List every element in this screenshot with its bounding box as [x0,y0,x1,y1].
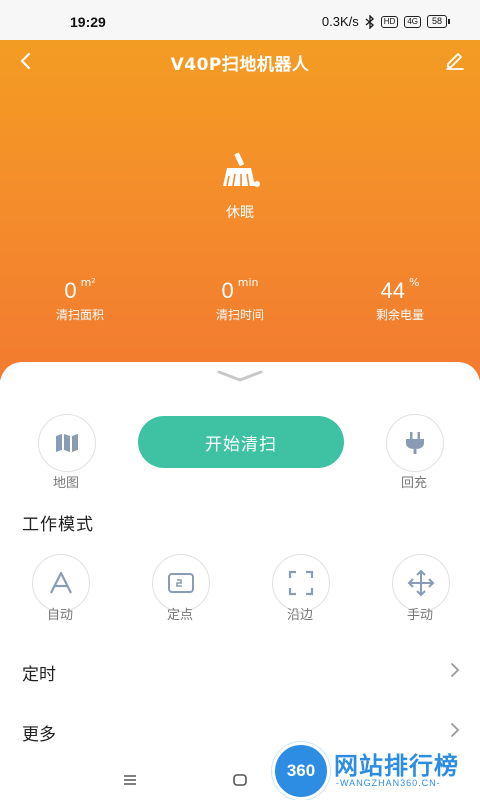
device-state: 休眠 [0,150,480,222]
stat-battery-unit: % [409,276,420,289]
home-icon [233,774,247,786]
stat-area-value: 0 [64,278,77,303]
manual-icon [407,569,435,597]
start-clean-button[interactable]: 开始清扫 [138,416,344,468]
plug-icon [406,432,424,454]
status-bar: 19:29 0.3K/s HD 4G 58 [0,0,480,40]
battery-level: 58 [426,15,447,28]
control-sheet: 地图 开始清扫 回充 工作模式 自动 定点 沿边 手动 定时 更多 [0,362,480,800]
broom-icon [223,152,260,187]
stat-time-unit: min [237,276,259,289]
stat-time: 0 min 清扫时间 [180,276,300,323]
battery-icon: 58 [426,15,450,28]
collapse-handle[interactable] [215,366,265,386]
net-speed: 0.3K/s [321,14,359,29]
signal-badge: 4G [404,15,421,28]
stat-battery: 44% 剩余电量 [340,276,460,323]
nav-home-button[interactable] [230,770,250,790]
watermark-domain: -WANGZHAN360.CN- [336,778,441,788]
mode-auto-label: 自动 [46,608,73,623]
mode-spot-label: 定点 [166,608,193,623]
recharge-button[interactable] [386,414,444,472]
state-label: 休眠 [226,205,254,221]
stat-battery-label: 剩余电量 [375,308,424,322]
app-header: V40P扫地机器人 [0,40,480,80]
watermark-logo: 360 [272,742,330,800]
timer-row[interactable]: 定时 [0,646,480,696]
timer-label: 定时 [22,665,56,685]
stats-row: 0 m² 清扫面积 0 min 清扫时间 44% 剩余电量 [0,276,480,328]
stat-area-unit: m² [80,276,96,289]
bluetooth-icon [365,14,374,29]
hd-badge: HD [380,15,399,28]
watermark-name: 网站排行榜 [334,752,459,780]
mode-edge-label: 沿边 [286,608,313,623]
nav-menu-button[interactable] [120,770,140,790]
stat-area-label: 清扫面积 [55,308,104,322]
chevron-right-icon [451,663,460,677]
stat-area: 0 m² 清扫面积 [20,276,140,323]
map-icon [56,434,78,452]
auto-icon [50,571,72,594]
edit-icon [446,53,464,70]
mode-manual-label: 手动 [406,608,433,623]
edge-icon [288,570,314,596]
chevron-right-icon [451,723,460,737]
page-title: V40P扫地机器人 [170,55,310,75]
map-label: 地图 [52,476,79,491]
spot-icon [168,573,194,593]
watermark: 360 网站排行榜 -WANGZHAN360.CN- [270,740,480,800]
edit-button[interactable] [440,46,470,76]
stat-battery-value: 44 [380,278,406,303]
work-mode-title: 工作模式 [22,515,94,535]
stat-time-value: 0 [221,278,234,303]
status-time: 19:29 [70,14,106,30]
recharge-label: 回充 [400,476,427,491]
status-indicators: 0.3K/s HD 4G 58 [322,14,450,29]
more-label: 更多 [22,725,56,745]
map-button[interactable] [38,414,96,472]
menu-icon [124,775,136,785]
stat-time-label: 清扫时间 [215,308,264,322]
